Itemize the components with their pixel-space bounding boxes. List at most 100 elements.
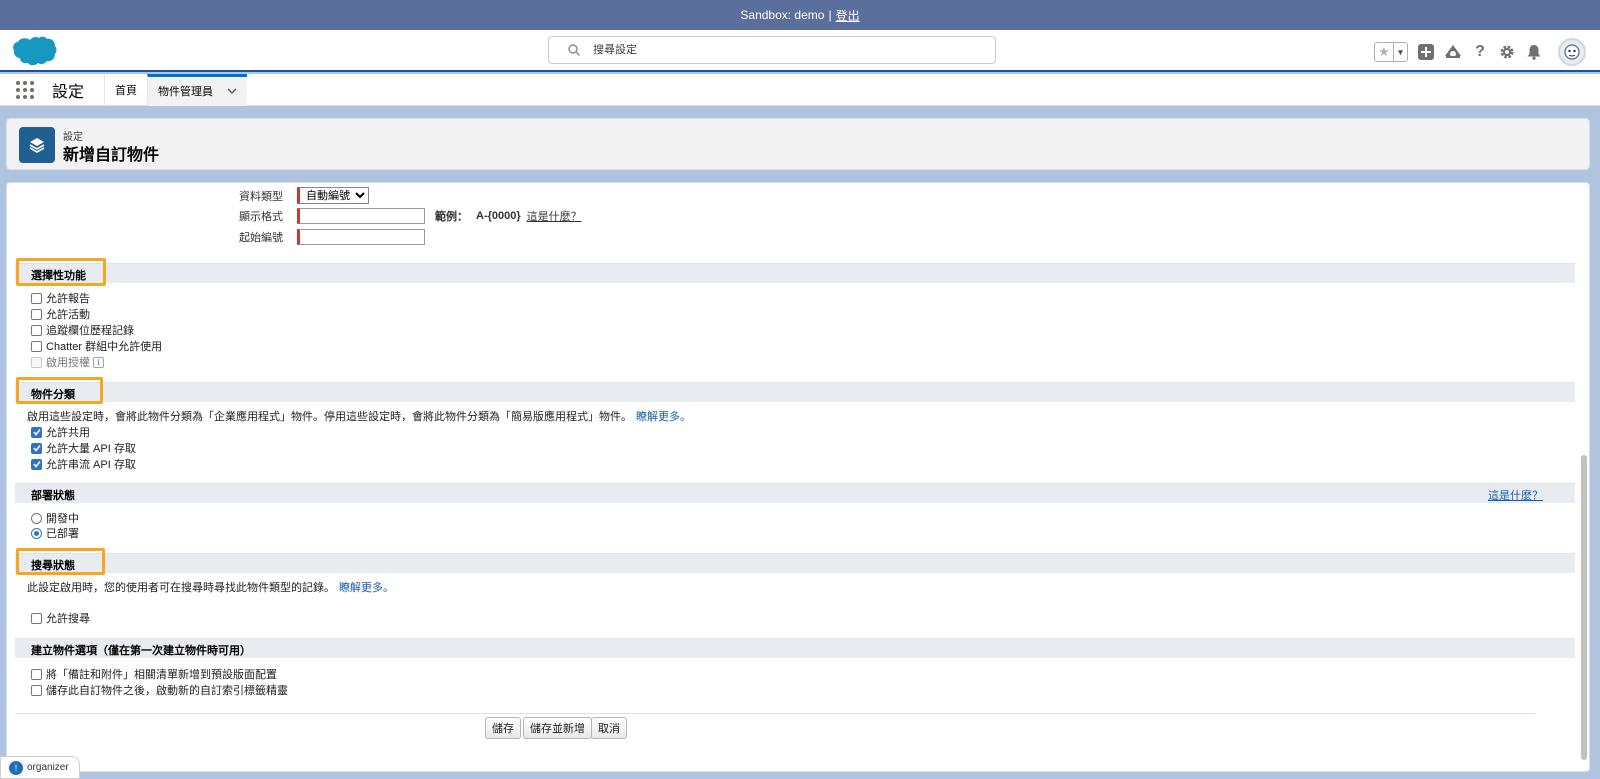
data-type-label: 資料類型 (239, 190, 283, 203)
global-header: ★ ▼ ? (0, 30, 1600, 72)
checkbox-label: 追蹤欄位歷程記錄 (46, 325, 134, 337)
save-new-button[interactable]: 儲存並新增 (523, 717, 592, 739)
checkbox-label: 允許大量 API 存取 (46, 443, 136, 455)
app-name: 設定 (52, 83, 85, 101)
radio-button-selected[interactable] (31, 527, 42, 539)
checkbox-enable-licensing: 啟用授權 i (31, 354, 104, 370)
checkbox-launch-tab-wizard[interactable]: 儲存此自訂物件之後，啟動新的自訂索引標籤精靈 (31, 682, 288, 698)
checkbox-label: 啟用授權 (46, 357, 90, 369)
checkbox-allow-activities[interactable]: 允許活動 (31, 306, 90, 322)
checkbox-label: Chatter 群組中允許使用 (46, 341, 163, 353)
checkbox-label: 將「備註和附件」相關清單新增到預設版面配置 (46, 669, 277, 681)
checkbox[interactable] (31, 340, 42, 352)
data-type-select[interactable]: 自動編號 (297, 187, 369, 204)
start-number-input[interactable] (297, 229, 425, 245)
info-icon[interactable]: i (93, 356, 104, 368)
checkbox-allow-reports[interactable]: 允許報告 (31, 290, 90, 306)
description-text: 啟用這些設定時，會將此物件分類為「企業應用程式」物件。停用這些設定時，會將此物件… (27, 411, 632, 423)
tab-home[interactable]: 首頁 (104, 73, 147, 106)
display-format-label: 顯示格式 (239, 211, 283, 223)
organizer-widget[interactable]: ! organizer (0, 756, 80, 779)
avatar[interactable] (1558, 38, 1586, 66)
checkbox-label: 允許共用 (46, 427, 90, 439)
form-content: 資料類型 自動編號 顯示格式 範例： A-{0000} 這是什麼？ 起始編號 選… (7, 183, 1575, 771)
cancel-button[interactable]: 取消 (591, 717, 627, 739)
checkbox-label: 儲存此自訂物件之後，啟動新的自訂索引標籤精靈 (46, 685, 288, 697)
section-bar-optional-features (15, 263, 1575, 283)
display-format-input[interactable] (297, 208, 425, 224)
footer-divider (15, 713, 1535, 714)
organizer-label: organizer (27, 762, 69, 773)
sandbox-label: Sandbox: demo (740, 8, 825, 22)
display-format-row: 顯示格式 範例： A-{0000} 這是什麼？ (7, 208, 582, 224)
object-classification-description: 啟用這些設定時，會將此物件分類為「企業應用程式」物件。停用這些設定時，會將此物件… (27, 408, 691, 424)
main-panel: 資料類型 自動編號 顯示格式 範例： A-{0000} 這是什麼？ 起始編號 選… (6, 182, 1590, 772)
checkbox-label: 允許報告 (46, 293, 90, 305)
radio-button[interactable] (31, 512, 42, 524)
example-label: 範例： (435, 211, 468, 223)
checkbox-label: 允許搜尋 (46, 613, 90, 625)
checkbox-allow-in-chatter-groups[interactable]: Chatter 群組中允許使用 (31, 338, 162, 354)
checkbox-add-notes-attachments[interactable]: 將「備註和附件」相關清單新增到預設版面配置 (31, 666, 277, 682)
description-text: 此設定啟用時，您的使用者可在搜尋時尋找此物件類型的記錄。 (27, 582, 335, 594)
salesforce-logo-icon[interactable] (10, 34, 58, 68)
radio-label: 開發中 (46, 513, 79, 525)
learn-more-link[interactable]: 瞭解更多。 (339, 582, 394, 594)
app-navigation: 設定 首頁 物件管理員 (0, 73, 1600, 106)
gear-icon[interactable] (1498, 43, 1516, 61)
trailhead-icon[interactable] (1444, 43, 1462, 61)
section-bar-object-classification (15, 382, 1575, 402)
checkbox[interactable] (31, 292, 42, 304)
display-format-help-link[interactable]: 這是什麼？ (527, 208, 582, 224)
sandbox-bar: Sandbox: demo | 登出 (0, 0, 1600, 30)
learn-more-link[interactable]: 瞭解更多。 (636, 411, 691, 423)
global-add-icon[interactable] (1417, 43, 1435, 61)
checkbox-allow-search[interactable]: 允許搜尋 (31, 610, 90, 626)
star-icon[interactable]: ★ (1375, 43, 1393, 61)
radio-deployed[interactable]: 已部署 (31, 525, 79, 541)
example-value: A-{0000} (476, 210, 521, 222)
logout-link[interactable]: 登出 (836, 7, 860, 24)
sandbox-separator: | (828, 8, 832, 22)
deployment-help-link[interactable]: 這是什麼？ (1488, 487, 1543, 503)
checkbox[interactable] (31, 684, 42, 696)
checkbox-allow-bulk-api[interactable]: 允許大量 API 存取 (31, 440, 136, 456)
start-number-row: 起始編號 (7, 229, 425, 245)
radio-in-development[interactable]: 開發中 (31, 510, 79, 526)
header-utilities: ★ ▼ ? (1374, 38, 1586, 66)
search-icon (568, 44, 580, 56)
tab-home-label: 首頁 (115, 84, 138, 97)
checkbox[interactable] (31, 308, 42, 320)
checkbox[interactable] (31, 668, 42, 680)
page-header: 設定 新增自訂物件 (6, 118, 1590, 170)
organizer-icon: ! (9, 760, 23, 775)
search-status-description: 此設定啟用時，您的使用者可在搜尋時尋找此物件類型的記錄。 瞭解更多。 (27, 579, 394, 595)
help-icon[interactable]: ? (1471, 43, 1489, 61)
checkbox-checked[interactable] (31, 426, 42, 438)
section-title-optional-features: 選擇性功能 (31, 270, 86, 282)
checkbox-checked[interactable] (31, 442, 42, 454)
checkbox-label: 允許串流 API 存取 (46, 459, 136, 471)
chevron-down-icon[interactable] (227, 86, 237, 96)
setup-search[interactable] (548, 36, 996, 64)
layers-icon (19, 127, 55, 163)
save-button[interactable]: 儲存 (485, 717, 521, 739)
tab-object-manager[interactable]: 物件管理員 (147, 73, 248, 106)
checkbox-checked[interactable] (31, 458, 42, 470)
chevron-down-icon[interactable]: ▼ (1393, 43, 1407, 61)
checkbox-disabled (31, 356, 42, 368)
data-type-row: 資料類型 自動編號 (7, 187, 369, 204)
checkbox-allow-sharing[interactable]: 允許共用 (31, 424, 90, 440)
checkbox-label: 允許活動 (46, 309, 90, 321)
checkbox-track-field-history[interactable]: 追蹤欄位歷程記錄 (31, 322, 134, 338)
search-input[interactable] (593, 44, 973, 56)
tab-object-manager-label: 物件管理員 (158, 86, 214, 98)
section-bar-deployment-status (15, 483, 1575, 503)
vertical-scrollbar[interactable] (1581, 455, 1587, 760)
checkbox[interactable] (31, 612, 42, 624)
bell-icon[interactable] (1525, 43, 1543, 61)
app-launcher-icon[interactable] (16, 80, 34, 99)
checkbox[interactable] (31, 324, 42, 336)
section-title-search-status: 搜尋狀態 (31, 560, 75, 572)
checkbox-allow-streaming-api[interactable]: 允許串流 API 存取 (31, 456, 136, 472)
